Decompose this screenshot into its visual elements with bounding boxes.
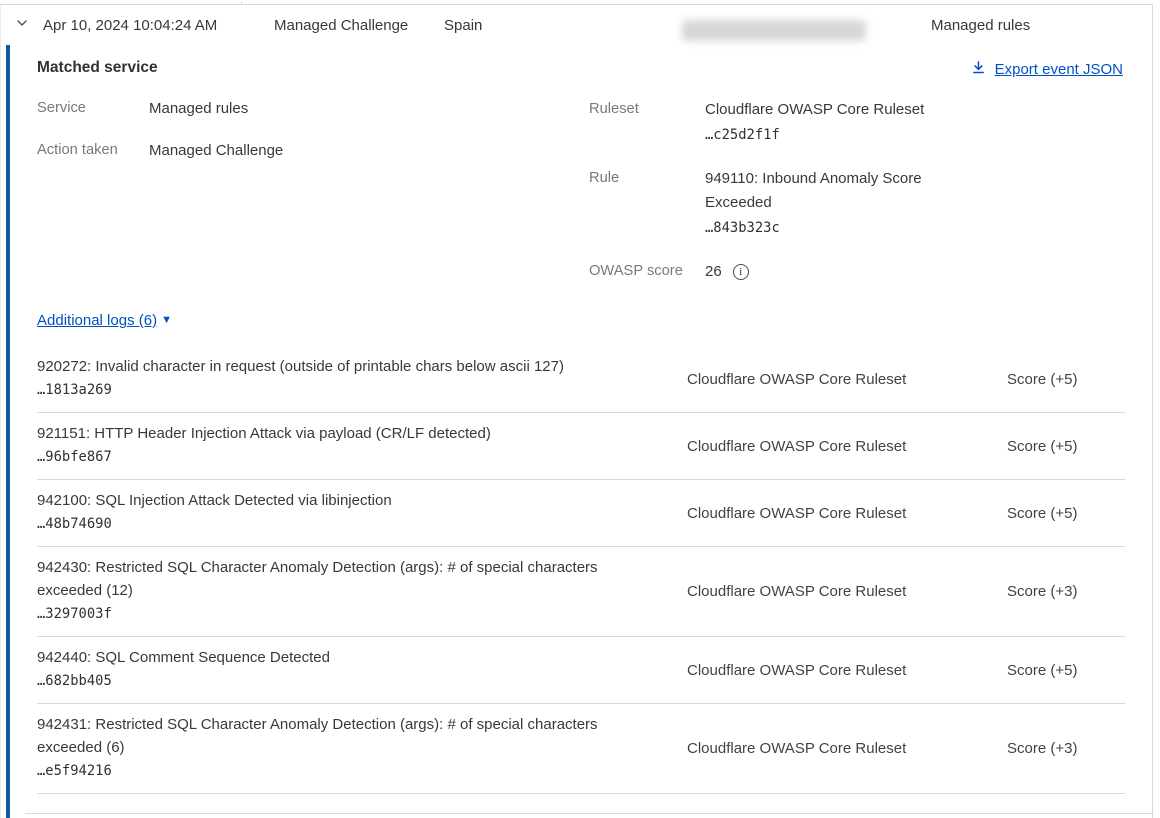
- panel-title: Matched service: [37, 59, 158, 77]
- event-action-taken: Managed Challenge: [274, 5, 408, 45]
- event-service: Managed rules: [931, 5, 1030, 45]
- log-rule-title: 920272: Invalid character in request (ou…: [37, 355, 649, 378]
- log-rule-cell: 921151: HTTP Header Injection Attack via…: [37, 422, 649, 470]
- detail-row-action-taken: Action taken Managed Challenge: [37, 140, 283, 161]
- log-rule-title: 942100: SQL Injection Attack Detected vi…: [37, 489, 649, 512]
- matched-service-details-right: Ruleset Cloudflare OWASP Core Ruleset …c…: [589, 98, 989, 303]
- export-event-json-label: Export event JSON: [995, 61, 1123, 78]
- event-details-card: Apr 10, 2024 10:04:24 AM Managed Challen…: [0, 4, 1153, 818]
- log-rule-id: …1813a269: [37, 378, 649, 403]
- additional-logs-toggle[interactable]: Additional logs (6) ▼: [37, 312, 172, 329]
- log-rule-cell: 942100: SQL Injection Attack Detected vi…: [37, 489, 649, 537]
- log-row: 942100: SQL Injection Attack Detected vi…: [37, 480, 1125, 547]
- event-country: Spain: [444, 5, 482, 45]
- additional-logs-table: 920272: Invalid character in request (ou…: [37, 346, 1125, 794]
- log-ruleset: Cloudflare OWASP Core Ruleset: [687, 583, 977, 600]
- log-score: Score (+5): [1007, 662, 1125, 679]
- log-row: 942431: Restricted SQL Character Anomaly…: [37, 704, 1125, 794]
- log-rule-title: 942430: Restricted SQL Character Anomaly…: [37, 556, 649, 602]
- log-row: 942440: SQL Comment Sequence Detected …6…: [37, 637, 1125, 704]
- export-event-json-button[interactable]: Export event JSON: [971, 60, 1123, 79]
- chevron-down-icon: [14, 15, 30, 35]
- log-score: Score (+5): [1007, 505, 1125, 522]
- detail-label: Ruleset: [589, 98, 705, 148]
- detail-row-service: Service Managed rules: [37, 98, 283, 119]
- log-rule-cell: 942430: Restricted SQL Character Anomaly…: [37, 556, 649, 627]
- log-ruleset: Cloudflare OWASP Core Ruleset: [687, 662, 977, 679]
- log-row: 942430: Restricted SQL Character Anomaly…: [37, 547, 1125, 637]
- detail-label: Service: [37, 98, 149, 119]
- log-rule-id: …3297003f: [37, 602, 649, 627]
- log-rule-cell: 942431: Restricted SQL Character Anomaly…: [37, 713, 649, 784]
- log-ruleset: Cloudflare OWASP Core Ruleset: [687, 371, 977, 388]
- event-timestamp: Apr 10, 2024 10:04:24 AM: [43, 5, 217, 45]
- log-rule-id: …96bfe867: [37, 445, 649, 470]
- log-score: Score (+5): [1007, 438, 1125, 455]
- log-rule-cell: 942440: SQL Comment Sequence Detected …6…: [37, 646, 649, 694]
- detail-value: Managed rules: [149, 98, 248, 119]
- log-rule-id: …682bb405: [37, 669, 649, 694]
- caret-down-icon: ▼: [161, 315, 172, 326]
- log-row: 921151: HTTP Header Injection Attack via…: [37, 413, 1125, 480]
- ruleset-id: …c25d2f1f: [705, 122, 951, 148]
- log-rule-title: 921151: HTTP Header Injection Attack via…: [37, 422, 649, 445]
- info-icon[interactable]: i: [733, 264, 749, 280]
- rule-name: 949110: Inbound Anomaly Score Exceeded: [705, 167, 951, 215]
- additional-logs-label: Additional logs (6): [37, 312, 157, 329]
- log-score: Score (+3): [1007, 583, 1125, 600]
- detail-label: OWASP score: [589, 260, 705, 284]
- event-row[interactable]: Apr 10, 2024 10:04:24 AM Managed Challen…: [1, 5, 1152, 45]
- collapse-chevron[interactable]: [14, 5, 30, 45]
- log-rule-id: …e5f94216: [37, 759, 649, 784]
- detail-row-ruleset: Ruleset Cloudflare OWASP Core Ruleset …c…: [589, 98, 989, 148]
- log-ruleset: Cloudflare OWASP Core Ruleset: [687, 438, 977, 455]
- matched-service-details-left: Service Managed rules Action taken Manag…: [37, 98, 283, 182]
- detail-row-rule: Rule 949110: Inbound Anomaly Score Excee…: [589, 167, 989, 241]
- redacted-text: [682, 20, 866, 41]
- log-rule-title: 942440: SQL Comment Sequence Detected: [37, 646, 649, 669]
- download-icon: [971, 60, 986, 79]
- log-score: Score (+5): [1007, 371, 1125, 388]
- log-rule-title: 942431: Restricted SQL Character Anomaly…: [37, 713, 649, 759]
- log-rule-id: …48b74690: [37, 512, 649, 537]
- selected-row-accent-bar: [6, 45, 10, 818]
- rule-id: …843b323c: [705, 215, 951, 241]
- detail-row-owasp-score: OWASP score 26 i: [589, 260, 989, 284]
- log-row: 920272: Invalid character in request (ou…: [37, 346, 1125, 413]
- log-rule-cell: 920272: Invalid character in request (ou…: [37, 355, 649, 403]
- table-row-divider: [25, 813, 1154, 814]
- log-ruleset: Cloudflare OWASP Core Ruleset: [687, 505, 977, 522]
- log-score: Score (+3): [1007, 740, 1125, 757]
- detail-label: Action taken: [37, 140, 149, 161]
- log-ruleset: Cloudflare OWASP Core Ruleset: [687, 740, 977, 757]
- detail-label: Rule: [589, 167, 705, 241]
- owasp-score-value: 26: [705, 260, 722, 284]
- ruleset-name: Cloudflare OWASP Core Ruleset: [705, 98, 951, 122]
- detail-value: Managed Challenge: [149, 140, 283, 161]
